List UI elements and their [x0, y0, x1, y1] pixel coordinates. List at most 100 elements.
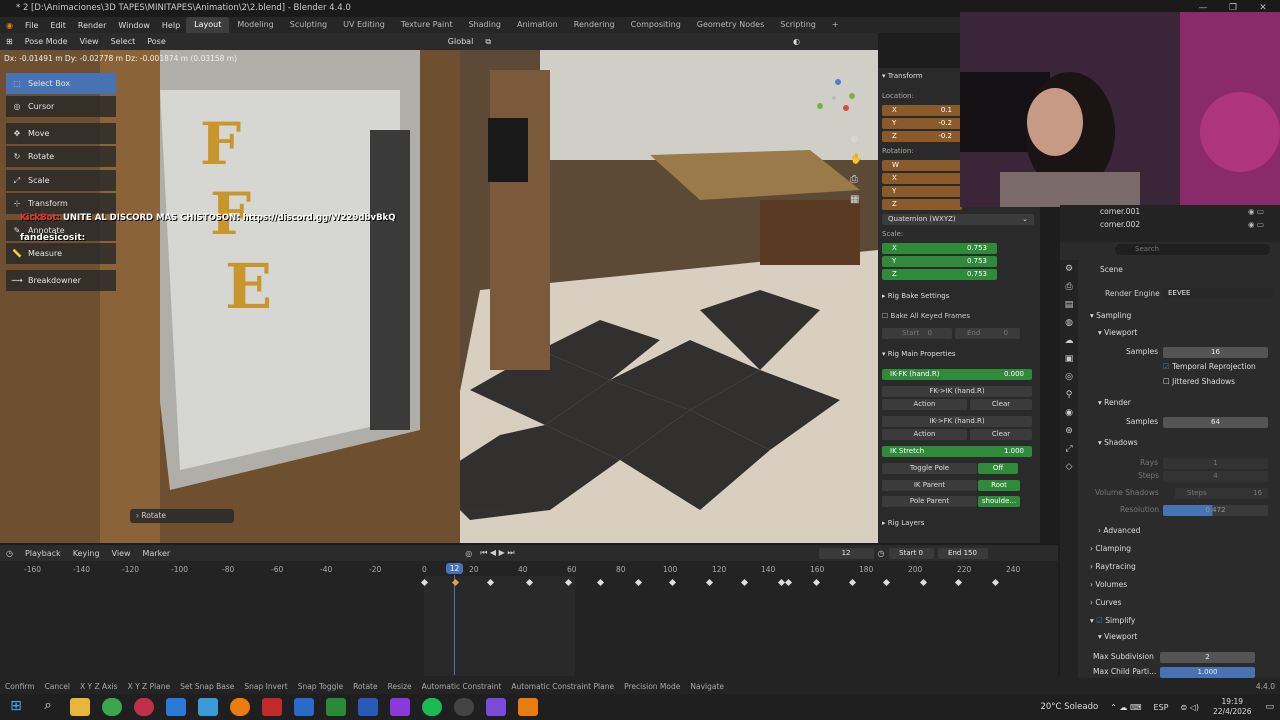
fk-to-ik-clear-button[interactable]: Clear [970, 399, 1032, 410]
properties-search-input[interactable]: Search [1115, 244, 1270, 255]
rig-main-header[interactable]: ▾ Rig Main Properties [882, 350, 1034, 361]
visibility-eye-icon[interactable]: ◉ ▭ [1248, 207, 1264, 216]
app-icon[interactable] [198, 698, 218, 716]
raytracing-panel-header[interactable]: › Raytracing [1090, 560, 1136, 574]
clamping-panel-header[interactable]: › Clamping [1090, 542, 1131, 556]
volumes-panel-header[interactable]: › Volumes [1090, 578, 1127, 592]
ikfk-slider[interactable]: IK-FK (hand.R) 0.000 [882, 369, 1032, 380]
edge-icon[interactable] [166, 698, 186, 716]
discord-icon[interactable] [486, 698, 506, 716]
search-icon[interactable]: ⌕ [38, 698, 58, 716]
advanced-panel-header[interactable]: › Advanced [1098, 524, 1140, 538]
tool-scale[interactable]: ⤢ Scale [6, 170, 116, 191]
clock[interactable]: 19:19 22/4/2026 [1205, 697, 1259, 717]
loc-x-field[interactable]: X 0.1 [882, 105, 962, 116]
orientation-select[interactable]: Global [442, 37, 480, 46]
ik-to-fk-button[interactable]: IK->FK (hand.R) [882, 416, 1032, 427]
outliner-item[interactable]: corner.002 [1100, 220, 1140, 229]
playhead-frame[interactable]: 12 [446, 563, 463, 574]
menu-view[interactable]: View [74, 37, 105, 46]
rig-layers-header[interactable]: ▸ Rig Layers [882, 519, 1034, 530]
blender-active-icon[interactable] [518, 698, 538, 716]
vscode-icon[interactable] [358, 698, 378, 716]
pan-hand-icon[interactable]: ✋ [850, 150, 862, 170]
property-tab-icons[interactable]: ⚙ ⎙ ▤ ◍ ☁ ▣ ◎ ⚲ ◉ ⊛ ⤢ ◇ [1060, 260, 1078, 476]
rot-z-field[interactable]: Z [882, 199, 962, 210]
menu-render[interactable]: Render [72, 21, 112, 30]
app-icon[interactable] [390, 698, 410, 716]
render-engine-select[interactable]: EEVEE [1163, 288, 1273, 299]
timeline-editor-icon[interactable]: ◷ [0, 549, 19, 558]
loc-y-field[interactable]: Y -0.2 [882, 118, 962, 129]
tab-sculpting[interactable]: Sculpting [282, 17, 335, 33]
scale-z-field[interactable]: Z 0.753 [882, 269, 997, 280]
overlay-icon[interactable]: ◐ [787, 37, 806, 46]
notification-icon[interactable]: ▭ [1259, 702, 1280, 712]
clock-icon[interactable]: ◷ [874, 549, 889, 558]
scale-x-field[interactable]: X 0.753 [882, 243, 997, 254]
rig-bake-header[interactable]: ▸ Rig Bake Settings [882, 292, 1034, 303]
rot-y-field[interactable]: Y [882, 186, 962, 197]
tool-measure[interactable]: 📏 Measure [6, 243, 116, 264]
render-samples-field[interactable]: 64 [1163, 417, 1268, 428]
rotation-mode-select[interactable]: Quaternion (WXYZ) ⌄ [882, 214, 1034, 225]
temporal-reprojection-checkbox[interactable]: ☑ Temporal Reprojection [1163, 360, 1256, 374]
simplify-panel-header[interactable]: ▾ ☑ Simplify [1090, 614, 1135, 628]
menu-marker[interactable]: Marker [137, 549, 177, 558]
grid-icon[interactable]: ▦ [850, 190, 862, 210]
tab-uv-editing[interactable]: UV Editing [335, 17, 393, 33]
tab-compositing[interactable]: Compositing [623, 17, 689, 33]
record-icon[interactable]: ◎ [461, 549, 476, 558]
add-workspace-icon[interactable]: + [824, 17, 847, 33]
camera-icon[interactable]: ⎙ [850, 170, 862, 190]
rot-x-field[interactable]: X [882, 173, 962, 184]
app-icon[interactable] [262, 698, 282, 716]
max-subdivision-field[interactable]: 2 [1160, 652, 1255, 663]
tray-icons[interactable]: ⌃ ☁ ⌨ [1104, 703, 1147, 712]
fk-to-ik-button[interactable]: FK->IK (hand.R) [882, 386, 1032, 397]
blender-icon[interactable] [230, 698, 250, 716]
tool-transform[interactable]: ⊹ Transform [6, 193, 116, 214]
spotify-icon[interactable] [422, 698, 442, 716]
bake-start-field[interactable]: Start 0 [882, 328, 952, 339]
loc-z-field[interactable]: Z -0.2 [882, 131, 962, 142]
steps-field[interactable]: 4 [1163, 471, 1268, 482]
tab-modeling[interactable]: Modeling [229, 17, 281, 33]
bake-all-checkbox[interactable]: ☐ Bake All Keyed Frames [882, 312, 1034, 323]
ik-parent-select[interactable]: Root [978, 480, 1020, 491]
3d-viewport[interactable]: F F E Dx: -0.01491 m Dy: -0.02778 m Dz: … [0, 50, 878, 543]
menu-select[interactable]: Select [105, 37, 142, 46]
playhead-line[interactable] [454, 575, 455, 675]
pole-parent-select[interactable]: shoulde... [978, 496, 1020, 507]
curves-panel-header[interactable]: › Curves [1090, 596, 1121, 610]
snap-icon[interactable]: ⧉ [479, 37, 497, 47]
tab-geometry-nodes[interactable]: Geometry Nodes [689, 17, 772, 33]
tab-texture-paint[interactable]: Texture Paint [393, 17, 461, 33]
tool-rotate[interactable]: ↻ Rotate [6, 146, 116, 167]
sampling-panel-header[interactable]: ▾ Sampling [1090, 309, 1131, 323]
bake-end-field[interactable]: End 0 [955, 328, 1020, 339]
blender-logo-icon[interactable]: ◉ [0, 21, 19, 30]
editor-type-icon[interactable]: ⊞ [0, 37, 19, 46]
scale-y-field[interactable]: Y 0.753 [882, 256, 997, 267]
viewport-subpanel-header[interactable]: ▾ Viewport [1098, 326, 1137, 340]
menu-playback[interactable]: Playback [19, 549, 67, 558]
last-operator-panel[interactable]: › Rotate [130, 509, 234, 523]
simplify-viewport-header[interactable]: ▾ Viewport [1098, 630, 1137, 644]
tool-cursor[interactable]: ◎ Cursor [6, 96, 116, 117]
jittered-shadows-checkbox[interactable]: ☐ Jittered Shadows [1163, 375, 1235, 389]
max-child-particles-field[interactable]: 1.000 [1160, 667, 1255, 678]
menu-edit[interactable]: Edit [44, 21, 72, 30]
toggle-pole-button[interactable]: Off [978, 463, 1018, 474]
navigation-gizmo[interactable] [816, 78, 856, 118]
resolution-slider[interactable]: 0.472 [1163, 505, 1268, 516]
tab-animation[interactable]: Animation [509, 17, 566, 33]
mode-select[interactable]: Pose Mode [19, 37, 74, 46]
fk-to-ik-action-button[interactable]: Action [882, 399, 967, 410]
network-sound-icon[interactable]: ⊜ ◁) [1174, 703, 1205, 712]
language-indicator[interactable]: ESP [1148, 703, 1175, 712]
menu-window[interactable]: Window [112, 21, 156, 30]
obs-icon[interactable] [454, 698, 474, 716]
shadows-panel-header[interactable]: ▾ Shadows [1098, 436, 1138, 450]
tab-rendering[interactable]: Rendering [566, 17, 623, 33]
